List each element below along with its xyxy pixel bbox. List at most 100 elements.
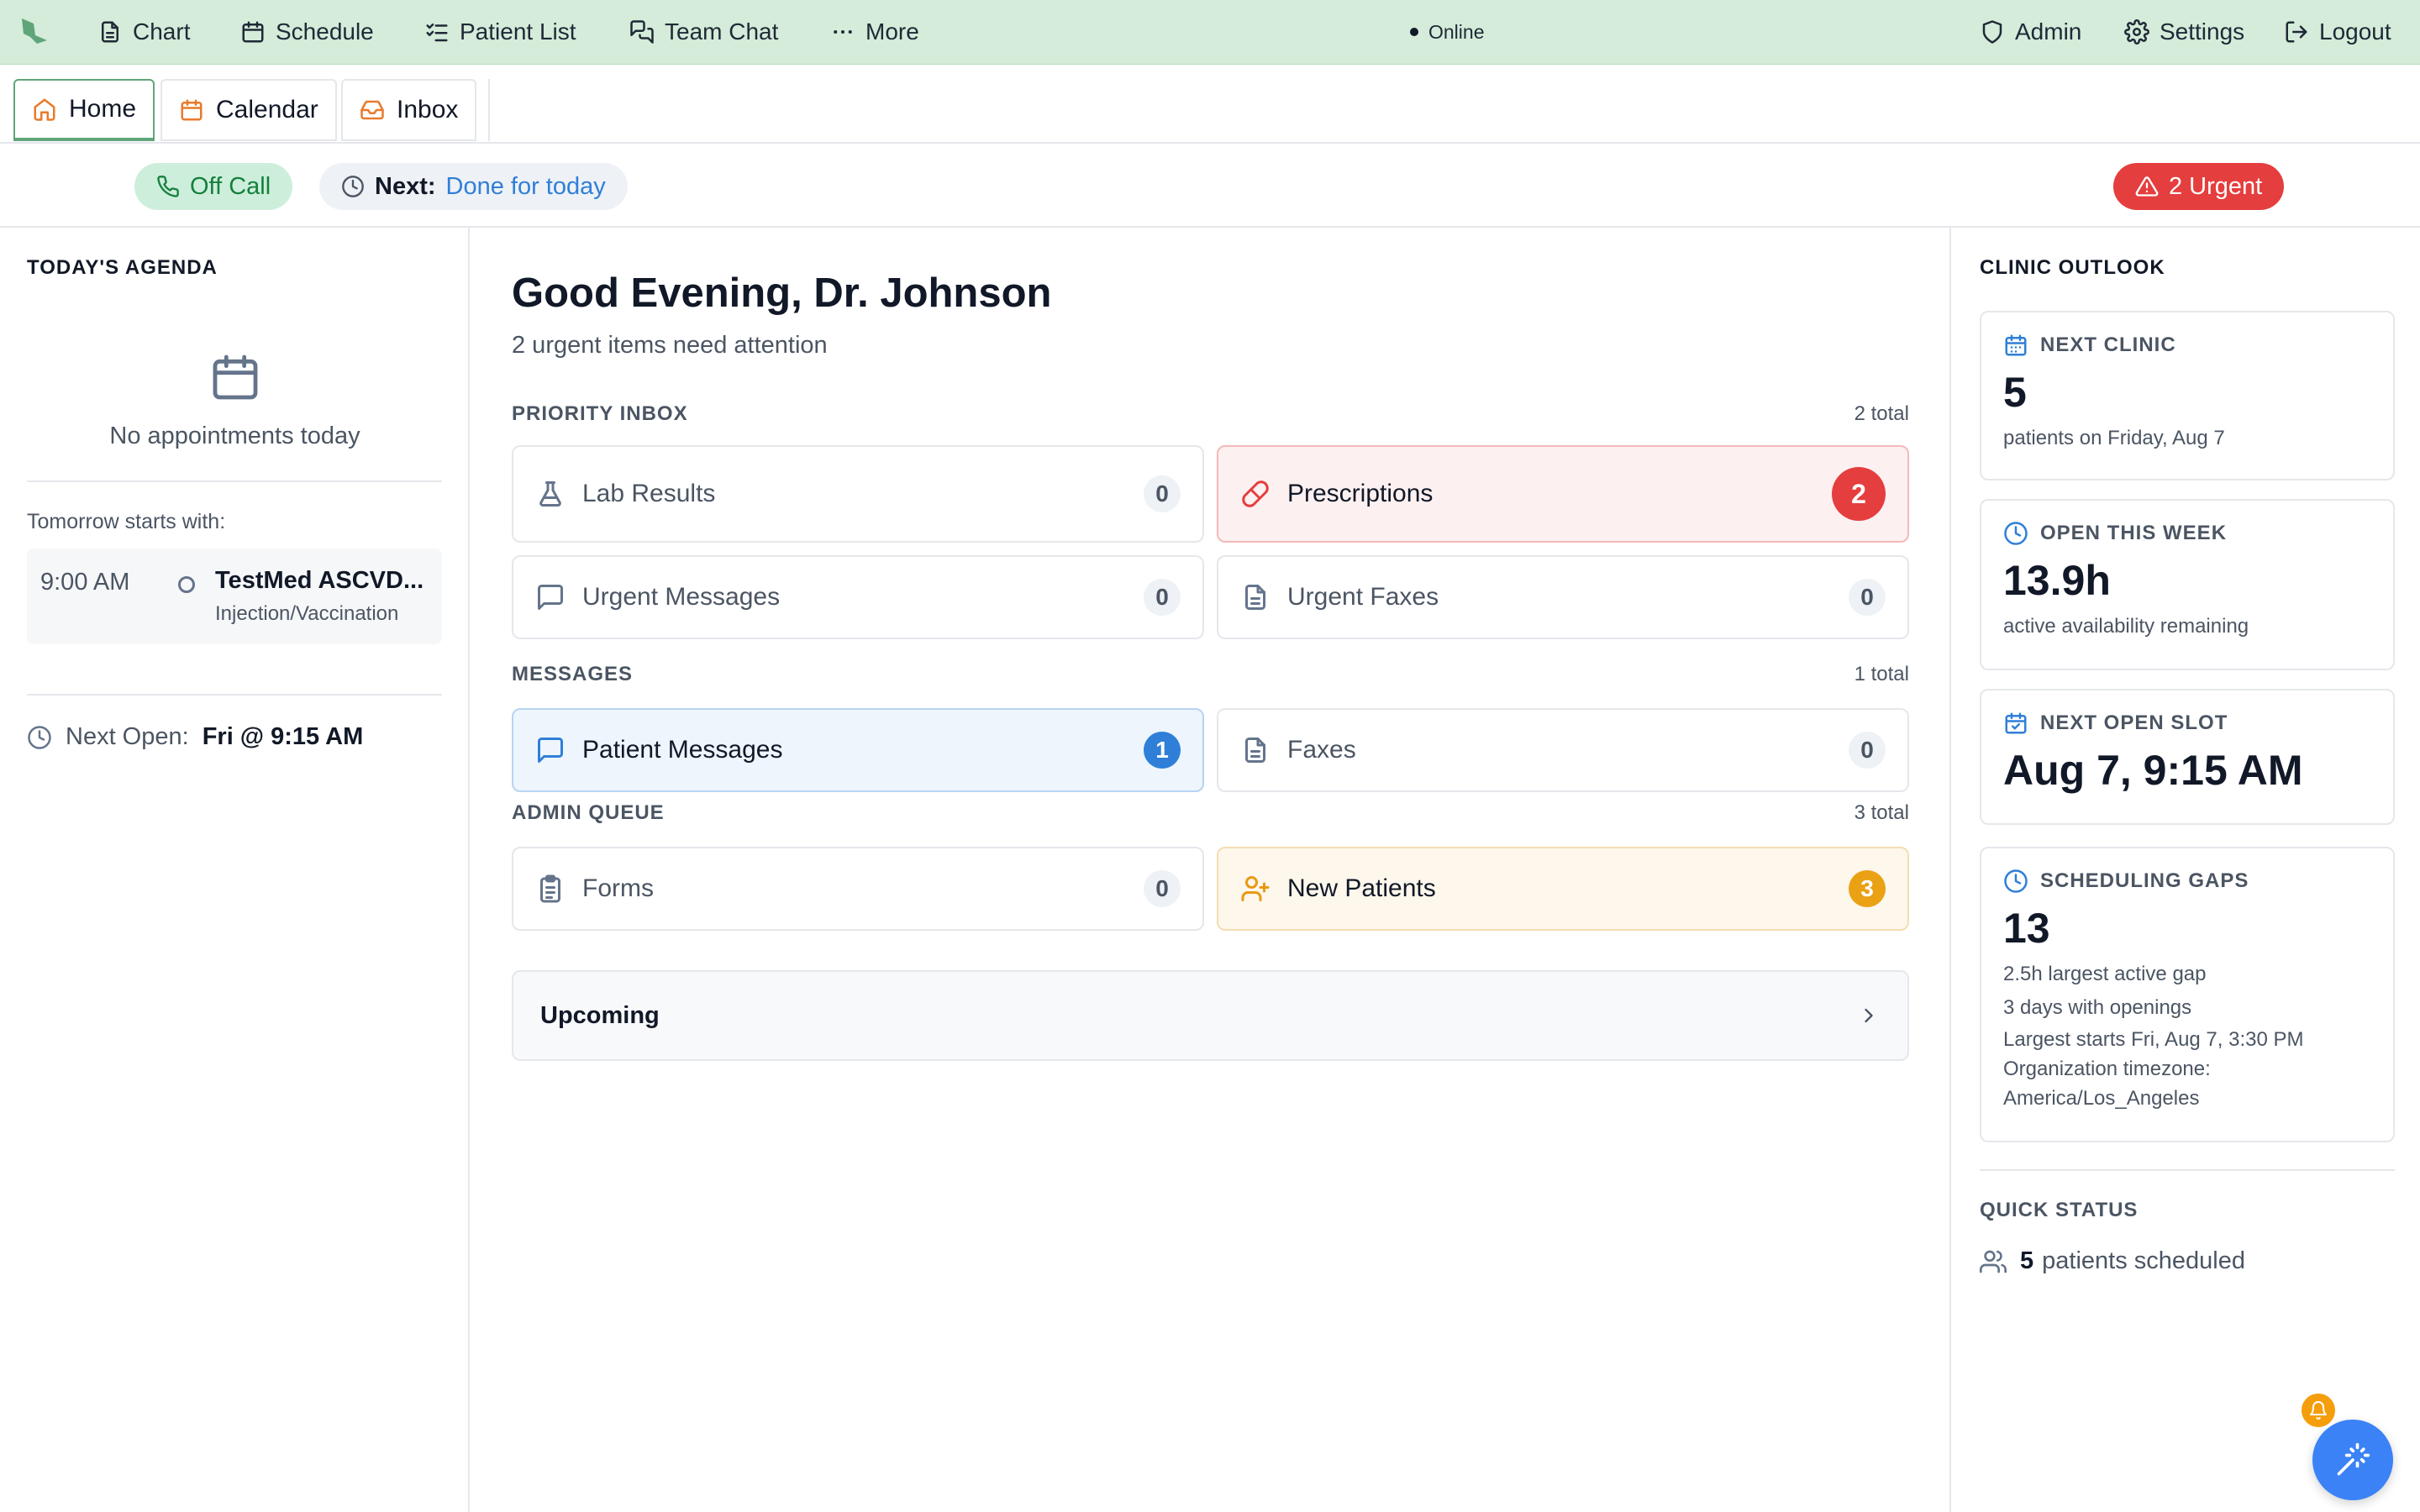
inbox-card-forms[interactable]: Forms 0	[512, 847, 1204, 931]
inbox-card-urgent-messages[interactable]: Urgent Messages 0	[512, 555, 1204, 639]
outlook-card-subtitle: patients on Friday, Aug 7	[2003, 427, 2225, 449]
bell-icon	[2308, 1400, 2328, 1420]
clock-icon	[27, 725, 52, 750]
inbox-card-faxes[interactable]: Faxes 0	[1217, 708, 1909, 792]
clock-icon	[341, 175, 365, 198]
chevron-right-icon	[1857, 1004, 1881, 1027]
shield-icon	[1980, 19, 2005, 45]
tomorrow-label: Tomorrow starts with:	[27, 510, 226, 533]
pill-icon	[1240, 479, 1270, 509]
priority-inbox-header: PRIORITY INBOX 2 total	[512, 402, 1909, 426]
outlook-card-value: 13.9h	[2003, 557, 2111, 604]
app-logo-icon[interactable]	[18, 15, 52, 49]
call-status-badge[interactable]: Off Call	[134, 163, 293, 210]
calendar-icon	[2003, 333, 2028, 358]
upcoming-section-toggle[interactable]: Upcoming	[512, 970, 1909, 1061]
nav-logout-label: Logout	[2319, 18, 2391, 45]
outlook-card-scheduling-gaps[interactable]: SCHEDULING GAPS 13 2.5h largest active g…	[1980, 847, 2395, 1142]
messages-title: MESSAGES	[512, 663, 634, 685]
ellipsis-icon	[830, 19, 855, 45]
connection-status-label: Online	[1428, 20, 1485, 43]
outlook-card-title: NEXT OPEN SLOT	[2040, 711, 2228, 734]
status-dot-icon	[1410, 28, 1418, 36]
next-appointment-badge[interactable]: Next: Done for today	[319, 163, 628, 210]
next-open-label: Next Open:	[66, 723, 189, 750]
card-label: Prescriptions	[1287, 480, 1434, 507]
chat-icon	[629, 19, 655, 45]
inbox-card-patient-messages[interactable]: Patient Messages 1	[512, 708, 1204, 792]
tab-inbox[interactable]: Inbox	[341, 79, 477, 141]
urgent-badge[interactable]: 2 Urgent	[2113, 163, 2285, 210]
inbox-card-lab-results[interactable]: Lab Results 0	[512, 445, 1204, 543]
outlook-card-next-clinic[interactable]: NEXT CLINIC 5 patients on Friday, Aug 7	[1980, 311, 2395, 480]
card-label: Urgent Messages	[582, 583, 781, 611]
tab-home[interactable]: Home	[13, 79, 155, 141]
appointment-title: TestMed ASCVD...	[215, 567, 424, 594]
tomorrow-appointment-card[interactable]: 9:00 AM TestMed ASCVD... Injection/Vacci…	[27, 549, 442, 644]
next-label: Next:	[375, 172, 436, 200]
file-icon	[1240, 582, 1270, 612]
assistant-fab-button[interactable]	[2312, 1420, 2393, 1500]
page-title: Good Evening, Dr. Johnson	[512, 270, 1052, 316]
next-open-value: Fri @ 9:15 AM	[202, 723, 364, 750]
nav-more[interactable]: More	[830, 0, 919, 64]
calendar-icon	[240, 19, 266, 45]
outlook-card-title: OPEN THIS WEEK	[2040, 522, 2228, 544]
nav-schedule[interactable]: Schedule	[240, 0, 374, 64]
nav-admin-label: Admin	[2015, 18, 2082, 45]
card-label: Patient Messages	[582, 736, 783, 764]
nav-admin[interactable]: Admin	[1980, 0, 2081, 64]
tab-calendar[interactable]: Calendar	[160, 79, 337, 141]
nav-more-label: More	[865, 18, 919, 45]
priority-inbox-count: 2 total	[1854, 402, 1909, 425]
message-icon	[535, 735, 566, 765]
magic-wand-icon	[2334, 1441, 2371, 1478]
agenda-divider	[27, 480, 442, 482]
document-icon	[97, 19, 123, 45]
inbox-icon	[360, 97, 385, 123]
priority-inbox-title: PRIORITY INBOX	[512, 402, 688, 425]
nav-schedule-label: Schedule	[276, 18, 374, 45]
count-badge: 2	[1832, 467, 1886, 521]
outlook-card-title: NEXT CLINIC	[2040, 333, 2176, 356]
appointment-type: Injection/Vaccination	[215, 602, 399, 625]
message-icon	[535, 582, 566, 612]
top-navigation-bar: Chart Schedule Patient List Team Chat Mo…	[0, 0, 2420, 65]
inbox-card-new-patients[interactable]: New Patients 3	[1217, 847, 1909, 931]
inbox-card-prescriptions[interactable]: Prescriptions 2	[1217, 445, 1909, 543]
nav-team-chat[interactable]: Team Chat	[629, 0, 778, 64]
logout-icon	[2284, 19, 2309, 45]
outlook-card-subtitle: 2.5h largest active gap	[2003, 963, 2207, 985]
clock-icon	[2003, 521, 2028, 546]
clipboard-icon	[535, 874, 566, 904]
count-badge: 1	[1144, 732, 1181, 769]
outlook-card-open-this-week[interactable]: OPEN THIS WEEK 13.9h active availability…	[1980, 499, 2395, 670]
count-badge: 0	[1144, 475, 1181, 512]
card-label: New Patients	[1287, 874, 1436, 902]
nav-patient-list[interactable]: Patient List	[424, 0, 576, 64]
phone-icon	[156, 175, 180, 198]
nav-settings[interactable]: Settings	[2124, 0, 2244, 64]
count-badge: 0	[1849, 732, 1886, 769]
notification-bell-badge[interactable]	[2299, 1391, 2338, 1430]
outlook-card-next-open-slot[interactable]: NEXT OPEN SLOT Aug 7, 9:15 AM	[1980, 689, 2395, 825]
messages-header: MESSAGES 1 total	[512, 663, 1909, 686]
tab-divider	[488, 79, 490, 141]
outlook-card-detail: 3 days with openings	[2003, 995, 2192, 1019]
nav-logout[interactable]: Logout	[2284, 0, 2391, 64]
appointment-time: 9:00 AM	[40, 569, 130, 596]
card-label: Faxes	[1287, 736, 1356, 764]
nav-chart-label: Chart	[133, 18, 191, 45]
nav-chart[interactable]: Chart	[97, 0, 190, 64]
inbox-card-urgent-faxes[interactable]: Urgent Faxes 0	[1217, 555, 1909, 639]
clinic-outlook-title: CLINIC OUTLOOK	[1980, 256, 2165, 279]
nav-settings-label: Settings	[2160, 18, 2245, 45]
outlook-divider	[1980, 1169, 2395, 1171]
outlook-card-value: 13	[2003, 905, 2050, 952]
count-badge: 0	[1144, 579, 1181, 616]
admin-queue-title: ADMIN QUEUE	[512, 801, 665, 824]
outlook-card-value: 5	[2003, 369, 2027, 416]
clock-icon	[2003, 869, 2028, 894]
tab-home-label: Home	[69, 95, 137, 123]
upcoming-label: Upcoming	[540, 1001, 660, 1029]
